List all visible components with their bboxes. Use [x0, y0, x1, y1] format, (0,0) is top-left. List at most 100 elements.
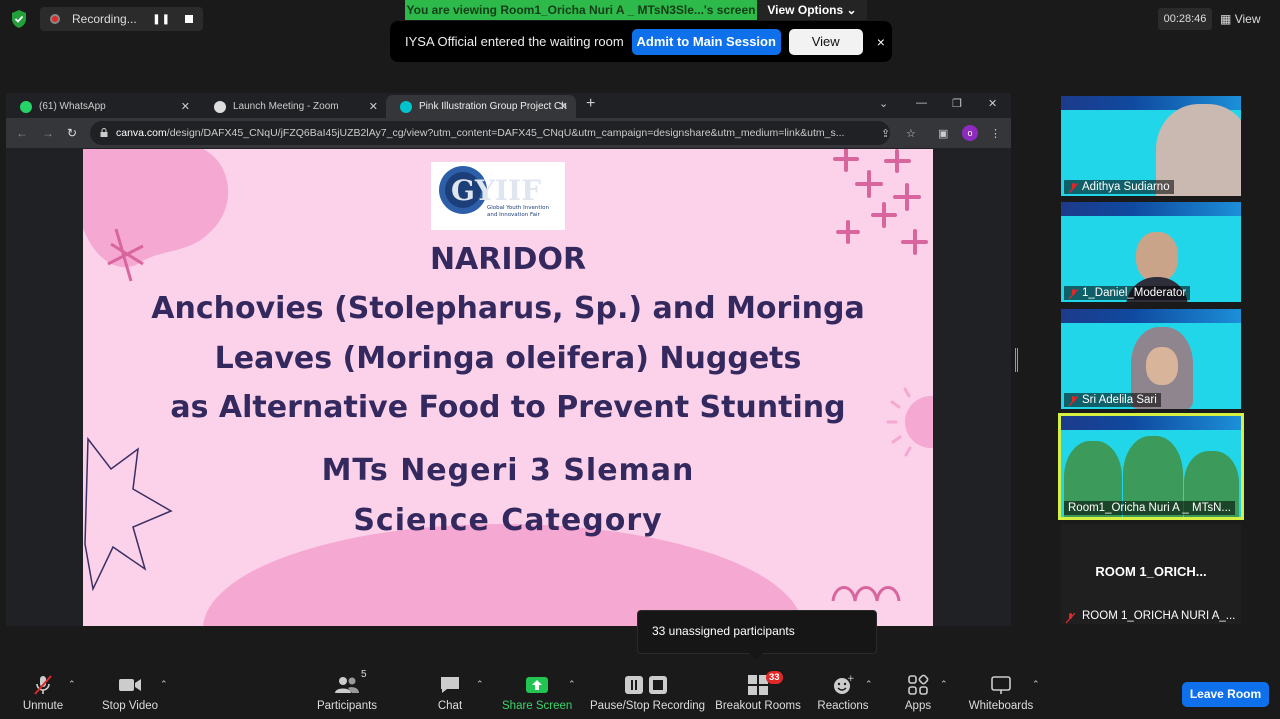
admit-to-main-session-button[interactable]: Admit to Main Session: [631, 28, 781, 55]
view-options-button[interactable]: View Options ⌄: [757, 0, 867, 20]
new-tab-icon[interactable]: +: [586, 95, 595, 113]
svg-text:and Innovation Fair: and Innovation Fair: [487, 212, 541, 218]
chat-bubble-icon: [441, 677, 459, 693]
chat-options-chevron-icon[interactable]: ⌃: [476, 679, 484, 690]
muted-mic-icon: [1066, 613, 1075, 624]
room-name-label: ROOM 1_ORICHA NURI A_...: [1082, 610, 1236, 622]
chat-label: Chat: [437, 700, 463, 712]
room-tile-name: ROOM 1_ORICHA NURI A_...: [1064, 610, 1236, 624]
url-host: canva.com: [116, 127, 167, 139]
smiley-icon: +: [834, 674, 854, 694]
participants-label: Participants: [316, 700, 378, 712]
share-icon[interactable]: ⇪: [881, 127, 890, 140]
share-options-chevron-icon[interactable]: ⌃: [568, 679, 576, 690]
tab-whatsapp[interactable]: (61) WhatsApp ✕: [6, 95, 198, 118]
banner-strip: [1061, 416, 1241, 430]
room-tile[interactable]: ROOM 1_ORICH... ROOM 1_ORICHA NURI A_...: [1061, 524, 1241, 624]
svg-text:+: +: [847, 674, 854, 684]
reactions-button[interactable]: + Reactions: [816, 665, 870, 719]
tooltip-arrow: [749, 653, 763, 660]
video-options-chevron-icon[interactable]: ⌃: [160, 679, 168, 690]
chevron-down-icon: ⌄: [846, 3, 857, 17]
url-field[interactable]: canva.com/design/DAFX45_CNqU/jFZQ6BaI45j…: [90, 121, 890, 145]
whiteboards-options-chevron-icon[interactable]: ⌃: [1032, 679, 1040, 690]
chat-button[interactable]: Chat: [430, 665, 470, 719]
active-speaker-tile[interactable]: Room1_Oricha Nuri A _ MTsN...: [1058, 413, 1244, 520]
panel-resize-handle[interactable]: [1015, 348, 1018, 372]
forward-icon[interactable]: →: [42, 126, 54, 140]
participants-button[interactable]: 5 Participants: [314, 665, 380, 719]
profile-avatar[interactable]: o: [962, 125, 978, 141]
meeting-timer: 00:28:46: [1158, 8, 1212, 30]
audio-options-chevron-icon[interactable]: ⌃: [68, 679, 76, 690]
view-layout-button[interactable]: ▦ View: [1220, 8, 1272, 30]
pause-stop-recording-button[interactable]: Pause/Stop Recording: [590, 665, 705, 719]
tab-label: (61) WhatsApp: [39, 101, 106, 112]
stop-video-label: Stop Video: [101, 700, 159, 712]
leave-room-button[interactable]: Leave Room: [1182, 682, 1269, 707]
apps-label: Apps: [904, 700, 932, 712]
stop-recording-icon[interactable]: [185, 15, 193, 23]
breakout-rooms-label: Breakout Rooms: [715, 700, 801, 712]
bookmark-star-icon[interactable]: ☆: [906, 127, 916, 140]
security-shield-icon[interactable]: [10, 9, 28, 29]
waiting-room-notification: IYSA Official entered the waiting room A…: [390, 21, 892, 62]
stop-video-button[interactable]: Stop Video: [98, 665, 162, 719]
recording-indicator: Recording... ❚❚: [40, 7, 203, 31]
pause-stop-icon: [625, 676, 667, 694]
minimize-icon[interactable]: —: [916, 97, 927, 109]
view-options-label: View Options: [767, 3, 844, 17]
reload-icon[interactable]: ↻: [67, 126, 77, 140]
slide-category: Science Category: [353, 503, 663, 538]
view-waiting-room-button[interactable]: View: [788, 28, 863, 55]
slide-heading-line: Anchovies (Stolepharus, Sp.) and Moringa: [151, 291, 865, 326]
address-bar-row: ← → ↻ canva.com/design/DAFX45_CNqU/jFZQ6…: [6, 118, 1011, 148]
more-menu-icon[interactable]: ⋮: [990, 127, 1001, 140]
slide-title: NARIDOR: [429, 242, 587, 277]
globe-icon: [214, 100, 226, 113]
banner-strip: [1061, 309, 1241, 323]
reactions-options-chevron-icon[interactable]: ⌃: [865, 679, 873, 690]
viewing-screen-banner: You are viewing Room1_Oricha Nuri A _ MT…: [405, 0, 757, 20]
close-tab-icon[interactable]: ✕: [559, 100, 568, 113]
participant-video-tile[interactable]: Adithya Sudiarno: [1061, 96, 1241, 196]
restore-icon[interactable]: ❐: [952, 97, 962, 110]
share-screen-label: Share Screen: [502, 700, 573, 712]
participant-name: Room1_Oricha Nuri A _ MTsN...: [1064, 501, 1235, 515]
close-tab-icon[interactable]: ✕: [369, 100, 378, 113]
muted-mic-icon: [34, 675, 52, 695]
participant-video-tile[interactable]: 1_Daniel_Moderator: [1061, 202, 1241, 302]
whiteboards-button[interactable]: Whiteboards: [966, 665, 1036, 719]
apps-options-chevron-icon[interactable]: ⌃: [940, 679, 948, 690]
video-camera-icon: [119, 679, 141, 691]
whatsapp-icon: [20, 100, 32, 113]
muted-mic-icon: [1069, 289, 1078, 300]
tab-label: Pink Illustration Group Project Ch: [419, 101, 567, 112]
share-screen-icon: [526, 677, 548, 693]
back-icon[interactable]: ←: [16, 126, 28, 140]
participant-video-tile[interactable]: Sri Adelila Sari: [1061, 309, 1241, 409]
recording-dot-icon: [50, 14, 60, 24]
browser-tab-bar: (61) WhatsApp ✕ Launch Meeting - Zoom ✕ …: [6, 93, 1011, 118]
tab-canva[interactable]: Pink Illustration Group Project Ch ✕: [386, 95, 576, 118]
close-window-icon[interactable]: ✕: [988, 97, 997, 110]
shared-screen: (61) WhatsApp ✕ Launch Meeting - Zoom ✕ …: [6, 93, 1011, 626]
svg-text:GYIIF: GYIIF: [451, 174, 541, 207]
room-tile-title: ROOM 1_ORICH...: [1095, 564, 1207, 579]
share-screen-button[interactable]: Share Screen: [502, 665, 572, 719]
tab-search-icon[interactable]: ⌄: [879, 97, 888, 110]
close-icon[interactable]: ×: [877, 34, 885, 50]
gyiif-logo: GYIIF Global Youth Invention and Innovat…: [431, 162, 565, 230]
pause-recording-icon[interactable]: ❚❚: [152, 14, 171, 25]
side-panel-icon[interactable]: ▣: [938, 127, 948, 140]
participant-face: [1146, 347, 1178, 385]
slide-heading-line: as Alternative Food to Prevent Stunting: [170, 390, 846, 425]
tab-label: Launch Meeting - Zoom: [233, 101, 339, 112]
lock-icon: [100, 128, 108, 137]
tab-zoom[interactable]: Launch Meeting - Zoom ✕: [200, 95, 386, 118]
breakout-rooms-button[interactable]: 33 Breakout Rooms: [714, 665, 802, 719]
unmute-button[interactable]: Unmute: [14, 665, 72, 719]
apps-button[interactable]: Apps: [898, 665, 938, 719]
participant-video: [1136, 232, 1178, 282]
close-tab-icon[interactable]: ✕: [181, 100, 190, 113]
